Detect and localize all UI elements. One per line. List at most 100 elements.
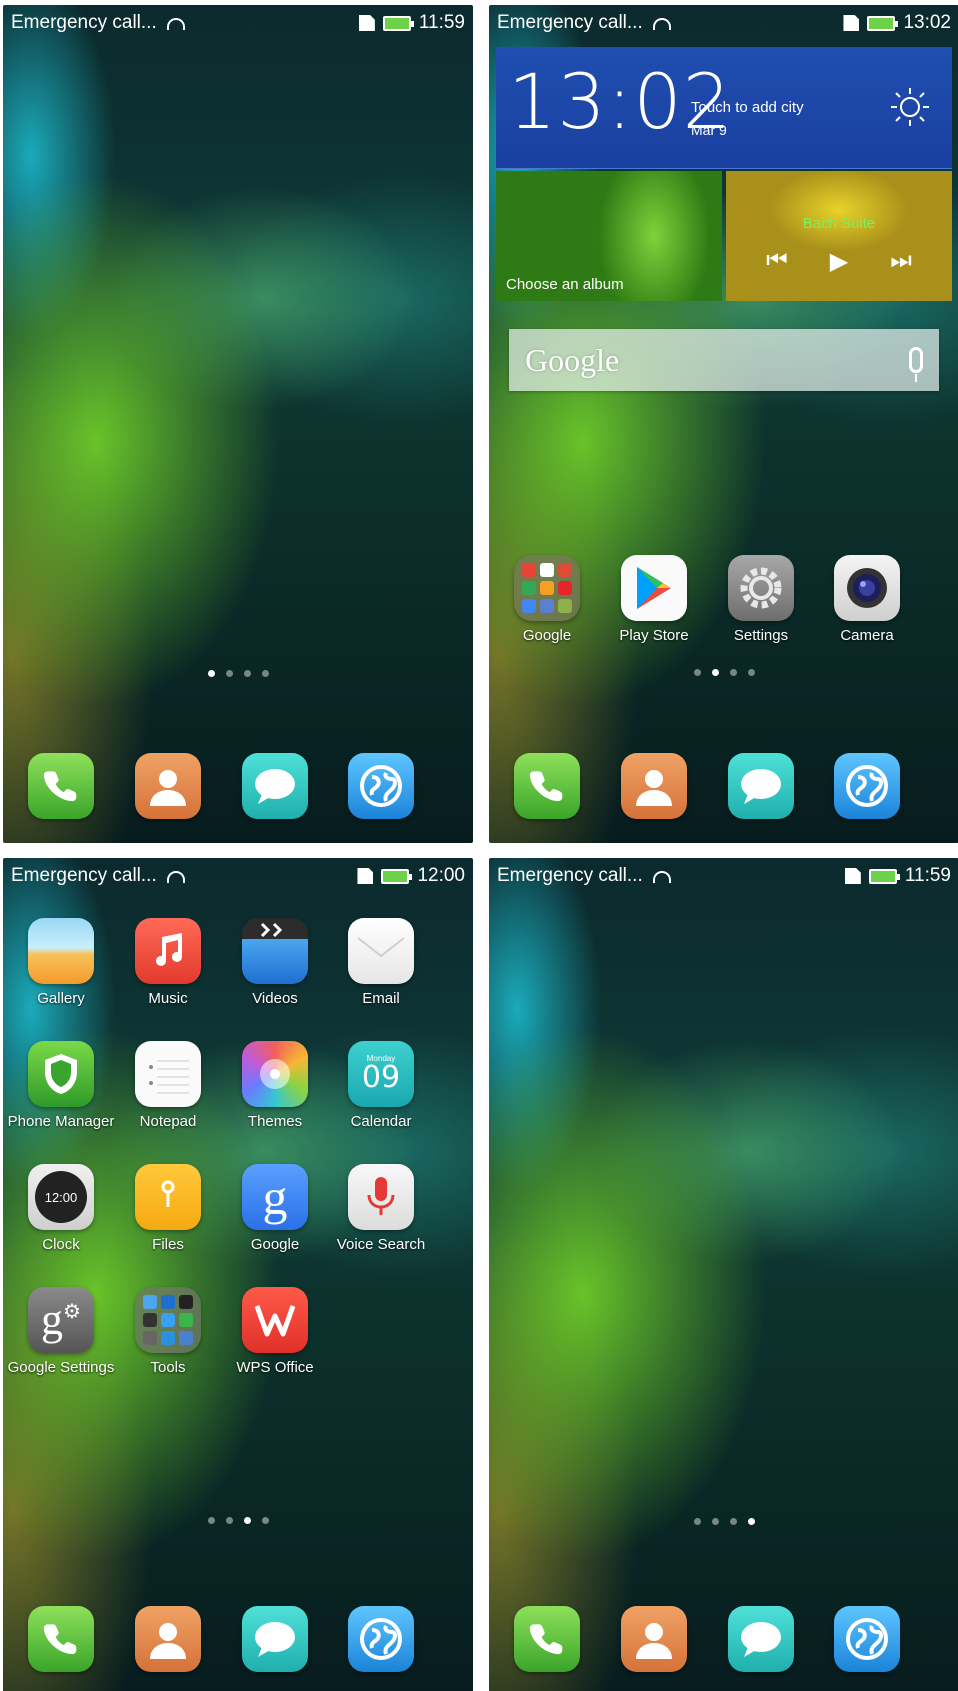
app-google-folder[interactable]: Google [492,555,602,644]
music-note-icon[interactable] [135,918,201,984]
wps-icon[interactable] [242,1287,308,1353]
gallery-icon[interactable] [28,918,94,984]
add-city-link[interactable]: Touch to add city [691,99,804,116]
calendar-icon[interactable]: Monday 09 [348,1041,414,1107]
dock-contacts[interactable] [599,1606,709,1672]
clapperboard-icon[interactable] [242,918,308,984]
dock-browser[interactable] [326,753,436,819]
page-dot[interactable] [225,670,233,677]
page-dot[interactable] [729,669,737,676]
page-dot[interactable] [207,1517,215,1524]
app-themes[interactable]: Themes [220,1041,330,1130]
gear-icon[interactable] [728,555,794,621]
microphone-icon[interactable] [348,1164,414,1230]
folder-zipper-icon[interactable] [135,1164,201,1230]
app-voice-search[interactable]: Voice Search [326,1164,436,1253]
messages-icon[interactable] [728,753,794,819]
notepad-icon[interactable] [135,1041,201,1107]
app-phone-manager[interactable]: Phone Manager [6,1041,116,1130]
page-dot[interactable] [243,670,251,677]
folder-icon[interactable] [135,1287,201,1353]
app-videos[interactable]: Videos [220,918,330,1007]
next-track-icon[interactable]: ⏭ [890,247,912,276]
dock-messages[interactable] [706,753,816,819]
envelope-icon[interactable] [348,918,414,984]
app-wps-office[interactable]: WPS Office [220,1287,330,1376]
page-dot[interactable] [711,1518,719,1525]
pinwheel-icon[interactable] [242,1041,308,1107]
dock-browser[interactable] [812,1606,922,1672]
dock-messages[interactable] [220,1606,330,1672]
globe-icon[interactable] [348,1606,414,1672]
photo-widget[interactable]: Choose an album [496,171,722,301]
page-dot[interactable] [225,1517,233,1524]
camera-icon[interactable] [834,555,900,621]
globe-icon[interactable] [834,753,900,819]
contacts-icon[interactable] [621,753,687,819]
play-icon[interactable]: ▶ [830,247,848,276]
google-settings-icon[interactable]: g ⚙ [28,1287,94,1353]
google-g-icon[interactable]: g [242,1164,308,1230]
app-music[interactable]: Music [113,918,223,1007]
app-camera[interactable]: Camera [812,555,922,644]
page-dot[interactable] [693,1518,701,1525]
app-google[interactable]: g Google [220,1164,330,1253]
page-dot[interactable] [261,670,269,677]
app-notepad[interactable]: Notepad [113,1041,223,1130]
phone-icon[interactable] [28,753,94,819]
page-dot[interactable] [729,1518,737,1525]
dock-phone[interactable] [492,753,602,819]
contacts-icon[interactable] [135,753,201,819]
phone-icon[interactable] [28,1606,94,1672]
folder-icon[interactable] [514,555,580,621]
app-tools-folder[interactable]: Tools [113,1287,223,1376]
app-label: Email [362,990,400,1007]
page-dot[interactable] [693,669,701,676]
app-gallery[interactable]: Gallery [6,918,116,1007]
globe-icon[interactable] [348,753,414,819]
app-play-store[interactable]: Play Store [599,555,709,644]
status-text: Emergency call... [11,865,157,886]
dock-messages[interactable] [220,753,330,819]
page-dot[interactable] [747,669,755,676]
globe-icon[interactable] [834,1606,900,1672]
dock-browser[interactable] [812,753,922,819]
app-settings[interactable]: Settings [706,555,816,644]
dock-phone[interactable] [492,1606,602,1672]
page-indicator [3,670,473,677]
dock-contacts[interactable] [113,1606,223,1672]
dock-phone[interactable] [6,753,116,819]
previous-track-icon[interactable]: ⏮ [766,247,788,276]
page-dot[interactable] [261,1517,269,1524]
page-dot[interactable] [207,670,215,677]
play-store-icon[interactable] [621,555,687,621]
google-search-bar[interactable]: Google [509,329,939,391]
messages-icon[interactable] [728,1606,794,1672]
clock-icon[interactable]: 12:00 [28,1164,94,1230]
dock-messages[interactable] [706,1606,816,1672]
phone-icon[interactable] [514,1606,580,1672]
dock-contacts[interactable] [599,753,709,819]
dock-phone[interactable] [6,1606,116,1672]
page-dot[interactable] [711,669,719,676]
app-files[interactable]: Files [113,1164,223,1253]
microphone-icon[interactable] [909,347,923,382]
app-google-settings[interactable]: g ⚙ Google Settings [6,1287,116,1376]
messages-icon[interactable] [242,1606,308,1672]
page-dot[interactable] [747,1518,755,1525]
app-calendar[interactable]: Monday 09 Calendar [326,1041,436,1130]
page-dot[interactable] [243,1517,251,1524]
phone-icon[interactable] [514,753,580,819]
app-email[interactable]: Email [326,918,436,1007]
app-label: Voice Search [336,1236,426,1253]
dock-browser[interactable] [326,1606,436,1672]
app-clock[interactable]: 12:00 Clock [6,1164,116,1253]
contacts-icon[interactable] [621,1606,687,1672]
android-debug-icon [166,18,185,30]
weather-widget[interactable]: 13:02 Touch to add city Mar 9 [496,47,952,169]
shield-icon[interactable] [28,1041,94,1107]
contacts-icon[interactable] [135,1606,201,1672]
dock-contacts[interactable] [113,753,223,819]
choose-album-label[interactable]: Choose an album [506,276,624,293]
messages-icon[interactable] [242,753,308,819]
